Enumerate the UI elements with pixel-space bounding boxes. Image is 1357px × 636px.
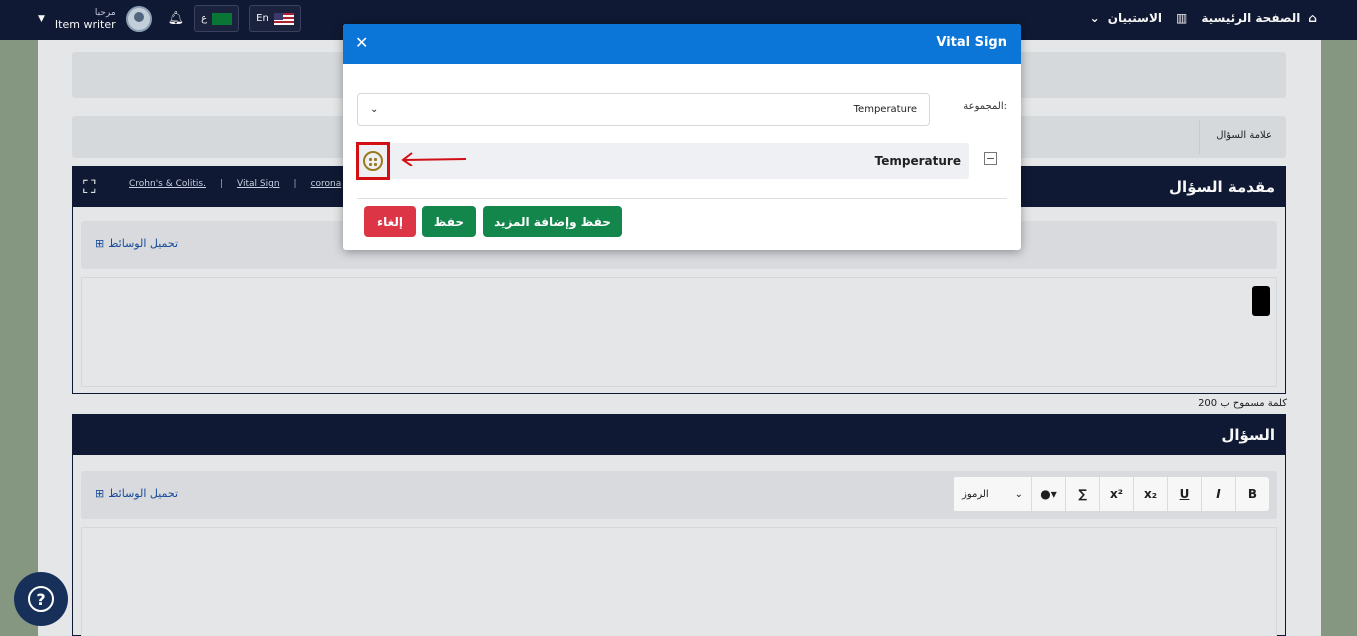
modal-title: Vital Sign [936, 35, 1007, 50]
close-icon[interactable]: ✕ [355, 33, 368, 52]
cancel-button[interactable]: إلغاء [364, 206, 416, 237]
save-and-add-more-button[interactable]: حفظ وإضافة المزيد [483, 206, 622, 237]
chevron-down-icon: ⌄ [370, 104, 379, 115]
save-button[interactable]: حفظ [422, 206, 476, 237]
annotation-arrow-icon [401, 152, 467, 166]
modal-header: Vital Sign ✕ [343, 24, 1021, 64]
modal-divider [357, 198, 1007, 199]
help-button[interactable]: ? [14, 572, 68, 626]
vital-sign-modal: Vital Sign ✕ المجموعة: ⌄ Temperature Tem… [343, 24, 1021, 250]
group-value: Temperature [853, 104, 917, 115]
collapse-icon[interactable] [984, 152, 997, 165]
item-label: Temperature [874, 154, 961, 168]
group-label: المجموعة: [963, 101, 1007, 112]
group-select[interactable]: ⌄ Temperature [357, 93, 930, 126]
list-icon[interactable] [363, 151, 383, 171]
highlight-box [356, 142, 390, 180]
question-mark-icon: ? [28, 586, 54, 612]
